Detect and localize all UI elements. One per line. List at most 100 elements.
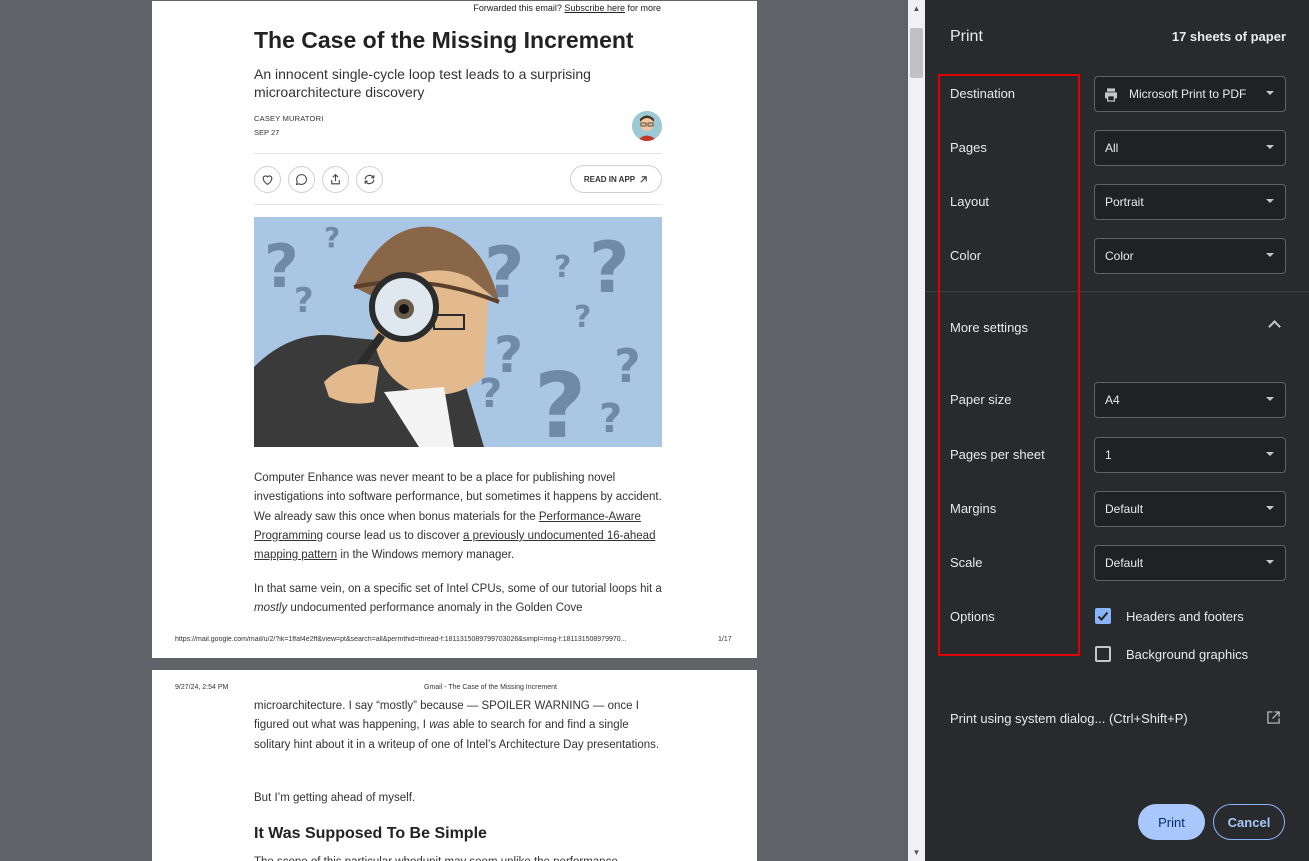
forwarded-text: Forwarded this email? <box>473 3 562 13</box>
para2-text-b: undocumented performance anomaly in the … <box>287 602 583 615</box>
article-title: The Case of the Missing Increment <box>254 27 634 53</box>
article-paragraph-2: In that same vein, on a specific set of … <box>254 580 664 619</box>
read-in-app-button: READ IN APP <box>570 165 662 193</box>
paper-size-label: Paper size <box>950 392 1012 407</box>
chevron-down-icon <box>1266 560 1274 564</box>
page2-paragraph-2: But I’m getting ahead of myself. <box>254 792 416 804</box>
checkmark-icon <box>1097 611 1109 621</box>
margins-value: Default <box>1105 502 1144 516</box>
arrow-up-right-icon <box>640 175 647 183</box>
forwarded-suffix: for more <box>627 3 661 13</box>
detective-illustration: ? ? ? ? ? ? ? ? ? ? ? ? <box>254 217 662 447</box>
scale-value: Default <box>1105 556 1144 570</box>
share-icon <box>331 173 340 185</box>
para1-text-b: course lead us to discover <box>323 529 464 542</box>
scale-label: Scale <box>950 555 983 570</box>
print-button[interactable]: Print <box>1138 804 1205 840</box>
chevron-up-icon[interactable] <box>1268 320 1281 333</box>
para1-text-c: in the Windows memory manager. <box>337 549 515 562</box>
scale-select[interactable]: Default <box>1094 545 1286 581</box>
section-heading: It Was Supposed To Be Simple <box>254 825 487 842</box>
print-title: Print <box>950 28 983 45</box>
headers-footers-checkbox[interactable] <box>1095 608 1111 624</box>
chevron-down-icon <box>1266 145 1274 149</box>
svg-text:?: ? <box>574 300 591 335</box>
sheet-count: 17 sheets of paper <box>1171 29 1286 44</box>
page-header-title: Gmail - The Case of the Missing Incremen… <box>424 684 557 691</box>
divider-top <box>254 153 662 154</box>
preview-scrollbar[interactable]: ▲ ▼ <box>908 0 925 861</box>
color-value: Color <box>1105 249 1134 263</box>
page2-paragraph-1: microarchitecture. I say “mostly” becaus… <box>254 697 664 755</box>
svg-text:?: ? <box>599 396 622 442</box>
like-button <box>254 166 281 193</box>
svg-text:?: ? <box>614 339 641 393</box>
paper-size-value: A4 <box>1105 393 1120 407</box>
page2-paragraph-3: The scope of this particular whodunit ma… <box>254 853 664 861</box>
print-settings-panel: Print 17 sheets of paper Destination Mic… <box>925 0 1309 861</box>
author-avatar <box>632 111 662 141</box>
svg-text:?: ? <box>534 354 586 447</box>
svg-text:?: ? <box>554 250 571 285</box>
article-paragraph-1: Computer Enhance was never meant to be a… <box>254 469 664 565</box>
cancel-button[interactable]: Cancel <box>1213 804 1285 840</box>
pages-per-sheet-label: Pages per sheet <box>950 447 1045 462</box>
restack-button <box>356 166 383 193</box>
heart-icon <box>262 175 273 186</box>
scroll-down-button[interactable]: ▼ <box>908 844 925 861</box>
preview-page-1: Forwarded this email? Subscribe here for… <box>152 1 757 658</box>
color-select[interactable]: Color <box>1094 238 1286 274</box>
svg-text:?: ? <box>589 227 630 309</box>
chevron-down-icon <box>1266 506 1274 510</box>
background-graphics-label[interactable]: Background graphics <box>1126 647 1248 662</box>
article-date: SEP 27 <box>254 128 280 137</box>
page-footer-number: 1/17 <box>718 636 732 643</box>
printer-icon <box>1105 88 1117 102</box>
comment-icon <box>295 174 307 186</box>
para2-emphasis: mostly <box>254 602 288 615</box>
chevron-down-icon <box>1266 397 1274 401</box>
layout-select[interactable]: Portrait <box>1094 184 1286 220</box>
open-external-icon[interactable] <box>1267 711 1280 724</box>
pages-select[interactable]: All <box>1094 130 1286 166</box>
forwarded-notice: Forwarded this email? Subscribe here for… <box>473 3 661 13</box>
read-in-app-label: READ IN APP <box>583 174 636 184</box>
svg-text:?: ? <box>324 221 340 254</box>
chevron-down-icon <box>1266 253 1274 257</box>
pages-per-sheet-select[interactable]: 1 <box>1094 437 1286 473</box>
scroll-thumb[interactable] <box>910 28 923 78</box>
margins-select[interactable]: Default <box>1094 491 1286 527</box>
destination-label: Destination <box>950 86 1016 101</box>
layout-value: Portrait <box>1105 195 1144 209</box>
headers-footers-label[interactable]: Headers and footers <box>1126 609 1244 624</box>
chevron-down-icon <box>1266 199 1274 203</box>
article-author: CASEY MURATORI <box>254 114 324 123</box>
chevron-down-icon <box>1266 452 1274 456</box>
pages-value: All <box>1105 141 1119 155</box>
comment-button <box>288 166 315 193</box>
pages-label: Pages <box>950 140 987 155</box>
margins-label: Margins <box>950 501 997 516</box>
page-header-date: 9/27/24, 2:54 PM <box>175 684 229 691</box>
background-graphics-checkbox[interactable] <box>1095 646 1111 662</box>
subscribe-link: Subscribe here <box>564 3 625 13</box>
destination-value: Microsoft Print to PDF <box>1129 87 1247 101</box>
system-dialog-link[interactable]: Print using system dialog... (Ctrl+Shift… <box>950 711 1188 726</box>
para2-text-a: In that same vein, on a specific set of … <box>254 583 662 595</box>
layout-label: Layout <box>950 194 990 209</box>
pages-per-sheet-value: 1 <box>1105 448 1112 462</box>
svg-text:?: ? <box>294 281 314 321</box>
destination-select[interactable]: Microsoft Print to PDF <box>1094 76 1286 112</box>
svg-text:?: ? <box>484 232 525 314</box>
article-subtitle: An innocent single-cycle loop test leads… <box>254 66 591 100</box>
chevron-down-icon <box>1266 91 1274 95</box>
print-preview-area[interactable]: Forwarded this email? Subscribe here for… <box>0 0 908 861</box>
refresh-icon <box>364 174 375 185</box>
p2-emphasis: was <box>429 719 450 732</box>
page-footer-url: https://mail.google.com/mail/u/2/?ik=1ff… <box>175 636 627 643</box>
scroll-up-button[interactable]: ▲ <box>908 0 925 17</box>
more-settings-toggle[interactable]: More settings <box>950 320 1028 335</box>
options-label: Options <box>950 609 995 624</box>
color-label: Color <box>950 248 982 263</box>
paper-size-select[interactable]: A4 <box>1094 382 1286 418</box>
